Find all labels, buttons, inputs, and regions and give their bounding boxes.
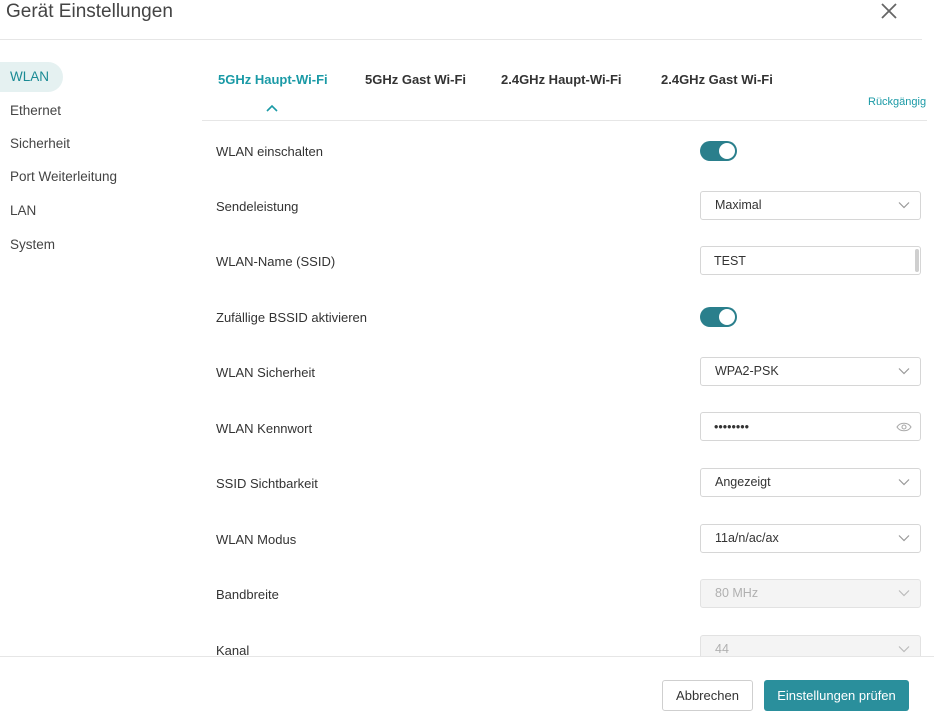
mode-label: WLAN Modus — [216, 532, 297, 547]
eye-icon[interactable] — [896, 421, 912, 433]
sidebar-item-system[interactable]: System — [0, 230, 55, 260]
password-field — [700, 412, 921, 441]
header-divider — [0, 39, 922, 40]
tab-24ghz-guest[interactable]: 2.4GHz Gast Wi-Fi — [661, 68, 773, 92]
bandwidth-value: 80 MHz — [715, 586, 759, 600]
ssid-visibility-value: Angezeigt — [715, 475, 771, 489]
password-label: WLAN Kennwort — [216, 421, 313, 436]
submit-button[interactable]: Einstellungen prüfen — [764, 680, 909, 711]
tab-24ghz-main[interactable]: 2.4GHz Haupt-Wi-Fi — [501, 68, 622, 92]
tx-power-label: Sendeleistung — [216, 199, 299, 214]
ssid-field — [700, 246, 921, 275]
close-icon[interactable] — [875, 0, 903, 24]
footer-divider — [0, 656, 934, 657]
ssid-visibility-label: SSID Sichtbarkeit — [216, 476, 318, 491]
random-bssid-label: Zufällige BSSID aktivieren — [216, 310, 368, 325]
tx-power-value: Maximal — [715, 198, 762, 212]
security-value: WPA2-PSK — [715, 364, 779, 378]
security-select[interactable]: WPA2-PSK — [700, 357, 921, 386]
chevron-down-icon — [898, 479, 910, 486]
tab-5ghz-guest[interactable]: 5GHz Gast Wi-Fi — [365, 68, 466, 92]
password-input[interactable] — [714, 413, 894, 440]
chevron-down-icon — [898, 590, 910, 597]
chevron-down-icon — [898, 368, 910, 375]
sidebar-item-lan[interactable]: LAN — [0, 196, 36, 226]
ssid-label: WLAN-Name (SSID) — [216, 254, 336, 269]
dialog-title: Gerät Einstellungen — [6, 1, 173, 22]
cancel-button[interactable]: Abbrechen — [662, 680, 753, 711]
bandwidth-select: 80 MHz — [700, 579, 921, 608]
toggle-knob — [719, 309, 735, 325]
close-button[interactable] — [875, 0, 903, 24]
mode-select[interactable]: 11a/n/ac/ax — [700, 524, 921, 553]
chevron-down-icon — [898, 202, 910, 209]
sidebar-item-port-weiterleitung[interactable]: Port Weiterleitung — [0, 162, 117, 192]
sidebar-item-wlan[interactable]: WLAN — [0, 62, 63, 92]
ssid-visibility-select[interactable]: Angezeigt — [700, 468, 921, 497]
wlan-enable-toggle[interactable] — [700, 141, 737, 161]
active-tab-indicator-icon — [266, 104, 278, 112]
bandwidth-label: Bandbreite — [216, 587, 279, 602]
sidebar-item-ethernet[interactable]: Ethernet — [0, 96, 61, 126]
input-scrollbar[interactable] — [915, 249, 919, 272]
tab-5ghz-main[interactable]: 5GHz Haupt-Wi-Fi — [218, 68, 328, 92]
chevron-down-icon — [898, 535, 910, 542]
tx-power-select[interactable]: Maximal — [700, 191, 921, 220]
toggle-knob — [719, 143, 735, 159]
security-label: WLAN Sicherheit — [216, 365, 315, 380]
ssid-input[interactable] — [714, 247, 894, 274]
wlan-enable-label: WLAN einschalten — [216, 144, 323, 159]
mode-value: 11a/n/ac/ax — [715, 531, 779, 545]
undo-link[interactable]: Rückgängig — [868, 96, 926, 108]
chevron-down-icon — [898, 646, 910, 653]
sidebar-item-sicherheit[interactable]: Sicherheit — [0, 129, 70, 159]
tabs-divider — [202, 120, 927, 121]
random-bssid-toggle[interactable] — [700, 307, 737, 327]
